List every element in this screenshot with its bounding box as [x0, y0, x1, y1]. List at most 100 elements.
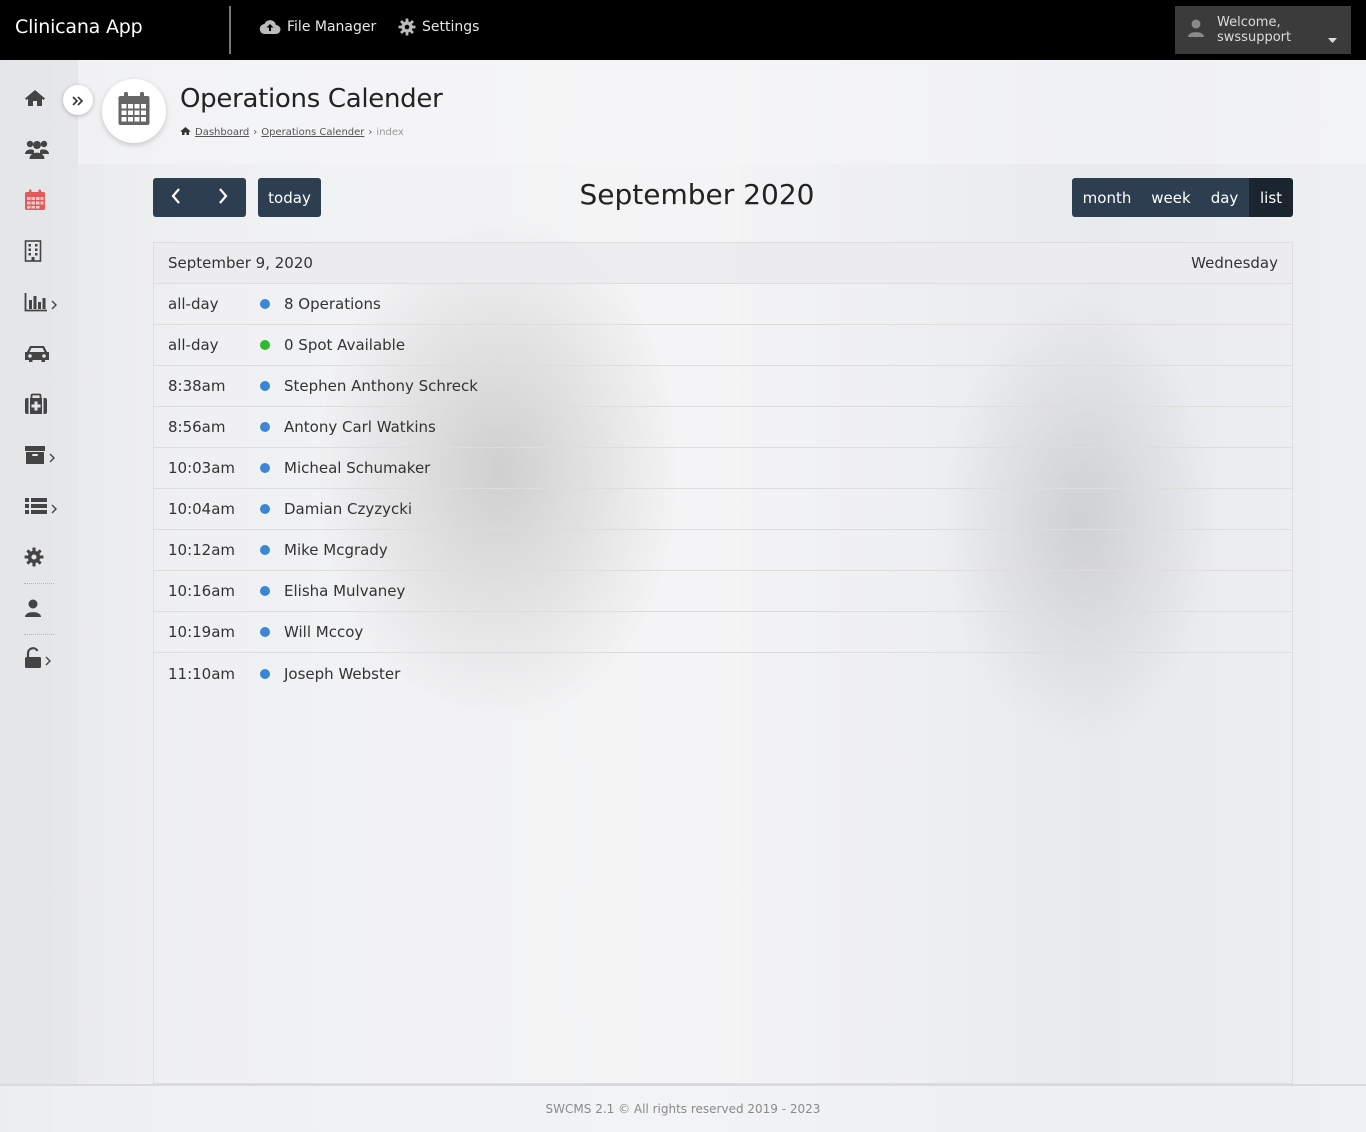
calendar-icon: [24, 189, 46, 215]
prev-next-group: [153, 178, 246, 217]
event-row[interactable]: 11:10am Joseph Webster: [154, 653, 1292, 694]
chevron-right-icon: [45, 651, 51, 670]
event-row[interactable]: 8:38am Stephen Anthony Schreck: [154, 366, 1292, 407]
list-icon: [24, 497, 48, 519]
event-title[interactable]: Stephen Anthony Schreck: [284, 377, 478, 395]
event-time: 8:56am: [168, 418, 226, 436]
breadcrumb-current: index: [376, 127, 404, 138]
chevron-right-icon: [49, 448, 55, 467]
sidebar-item-reports[interactable]: [24, 289, 70, 319]
gear-icon: [398, 18, 416, 36]
event-row[interactable]: all-day 0 Spot Available: [154, 325, 1292, 366]
event-dot-icon: [260, 627, 270, 637]
sidebar-divider: [24, 634, 54, 635]
view-list-button[interactable]: list: [1249, 178, 1293, 217]
user-menu-dropdown[interactable]: Welcome, swssupport: [1175, 6, 1351, 54]
car-icon: [24, 343, 50, 367]
today-group: today: [258, 178, 321, 217]
chevron-right-icon: [51, 499, 57, 518]
sidebar-divider: [24, 583, 54, 584]
sidebar-expand-button[interactable]: [63, 85, 93, 115]
breadcrumb: Dashboard › Operations Calender › index: [180, 126, 404, 139]
settings-label: Settings: [422, 19, 480, 35]
next-button[interactable]: [199, 178, 246, 217]
breadcrumb-separator-icon: ›: [253, 127, 258, 138]
medkit-icon: [24, 393, 48, 419]
brand-logo[interactable]: Clinicana App: [15, 16, 143, 38]
user-avatar-icon: [1187, 18, 1205, 42]
event-title[interactable]: 8 Operations: [284, 295, 381, 313]
sidebar-item-list[interactable]: [24, 493, 70, 523]
gear-icon: [24, 547, 44, 571]
sidebar-item-logout[interactable]: [24, 645, 70, 675]
sidebar-item-medical[interactable]: [24, 391, 70, 421]
list-day-weekday[interactable]: Wednesday: [1191, 254, 1278, 272]
event-time: 10:12am: [168, 541, 236, 559]
event-title[interactable]: 0 Spot Available: [284, 336, 405, 354]
list-day-date[interactable]: September 9, 2020: [168, 254, 313, 272]
prev-button[interactable]: [153, 178, 199, 217]
caret-down-icon: [1328, 28, 1337, 47]
event-time: all-day: [168, 336, 219, 354]
username-label: swssupport: [1217, 30, 1292, 45]
view-week-button[interactable]: week: [1142, 178, 1200, 217]
event-title[interactable]: Elisha Mulvaney: [284, 582, 405, 600]
event-time: 8:38am: [168, 377, 226, 395]
event-time: 10:03am: [168, 459, 236, 477]
home-icon: [180, 126, 191, 139]
footer: SWCMS 2.1 © All rights reserved 2019 - 2…: [0, 1084, 1366, 1132]
building-icon: [24, 240, 42, 266]
cloud-upload-icon: [259, 19, 281, 35]
sidebar-item-vehicles[interactable]: [24, 340, 70, 370]
chevron-right-icon: [218, 187, 228, 208]
event-dot-icon: [260, 381, 270, 391]
event-title[interactable]: Antony Carl Watkins: [284, 418, 436, 436]
top-navbar: Clinicana App File Manager Settings Welc…: [0, 0, 1366, 60]
event-time: all-day: [168, 295, 219, 313]
event-title[interactable]: Micheal Schumaker: [284, 459, 430, 477]
event-dot-icon: [260, 422, 270, 432]
bar-chart-icon: [24, 292, 48, 316]
event-list: all-day 8 Operations all-day 0 Spot Availab…: [154, 284, 1292, 694]
event-row[interactable]: 10:04am Damian Czyzycki: [154, 489, 1292, 530]
event-row[interactable]: 10:03am Micheal Schumaker: [154, 448, 1292, 489]
event-row[interactable]: 10:12am Mike Mcgrady: [154, 530, 1292, 571]
event-time: 10:04am: [168, 500, 236, 518]
view-month-button[interactable]: month: [1072, 178, 1142, 217]
sidebar-item-users[interactable]: [24, 136, 70, 166]
navbar-divider: [229, 6, 231, 54]
event-title[interactable]: Joseph Webster: [284, 665, 400, 683]
event-row[interactable]: 10:16am Elisha Mulvaney: [154, 571, 1292, 612]
event-row[interactable]: 10:19am Will Mccoy: [154, 612, 1292, 653]
breadcrumb-dashboard-link[interactable]: Dashboard: [195, 127, 249, 138]
event-dot-icon: [260, 586, 270, 596]
sidebar-item-calendar[interactable]: [24, 187, 70, 217]
event-row[interactable]: all-day 8 Operations: [154, 284, 1292, 325]
event-title[interactable]: Damian Czyzycki: [284, 500, 412, 518]
settings-link[interactable]: Settings: [398, 16, 479, 38]
view-day-button[interactable]: day: [1200, 178, 1249, 217]
event-title[interactable]: Will Mccoy: [284, 623, 363, 641]
event-dot-icon: [260, 299, 270, 309]
event-dot-icon: [260, 463, 270, 473]
today-button[interactable]: today: [258, 178, 321, 217]
event-time: 11:10am: [168, 664, 236, 683]
event-dot-icon: [260, 545, 270, 555]
event-title[interactable]: Mike Mcgrady: [284, 541, 388, 559]
double-chevron-right-icon: [72, 91, 84, 110]
welcome-label: Welcome,: [1217, 15, 1281, 30]
sidebar-item-building[interactable]: [24, 238, 70, 268]
welcome-text: Welcome, swssupport: [1217, 15, 1291, 45]
sidebar-item-archive[interactable]: [24, 442, 70, 472]
sidebar-item-profile[interactable]: [24, 595, 70, 625]
event-dot-icon: [260, 668, 270, 679]
file-manager-link[interactable]: File Manager: [259, 16, 376, 38]
sidebar-item-settings[interactable]: [24, 544, 70, 574]
unlock-icon: [24, 647, 42, 673]
home-icon: [24, 88, 46, 112]
event-row[interactable]: 8:56am Antony Carl Watkins: [154, 407, 1292, 448]
breadcrumb-operations-link[interactable]: Operations Calender: [261, 127, 364, 138]
chevron-right-icon: [51, 295, 57, 314]
event-dot-icon: [260, 340, 270, 350]
calendar-title: September 2020: [579, 178, 815, 211]
